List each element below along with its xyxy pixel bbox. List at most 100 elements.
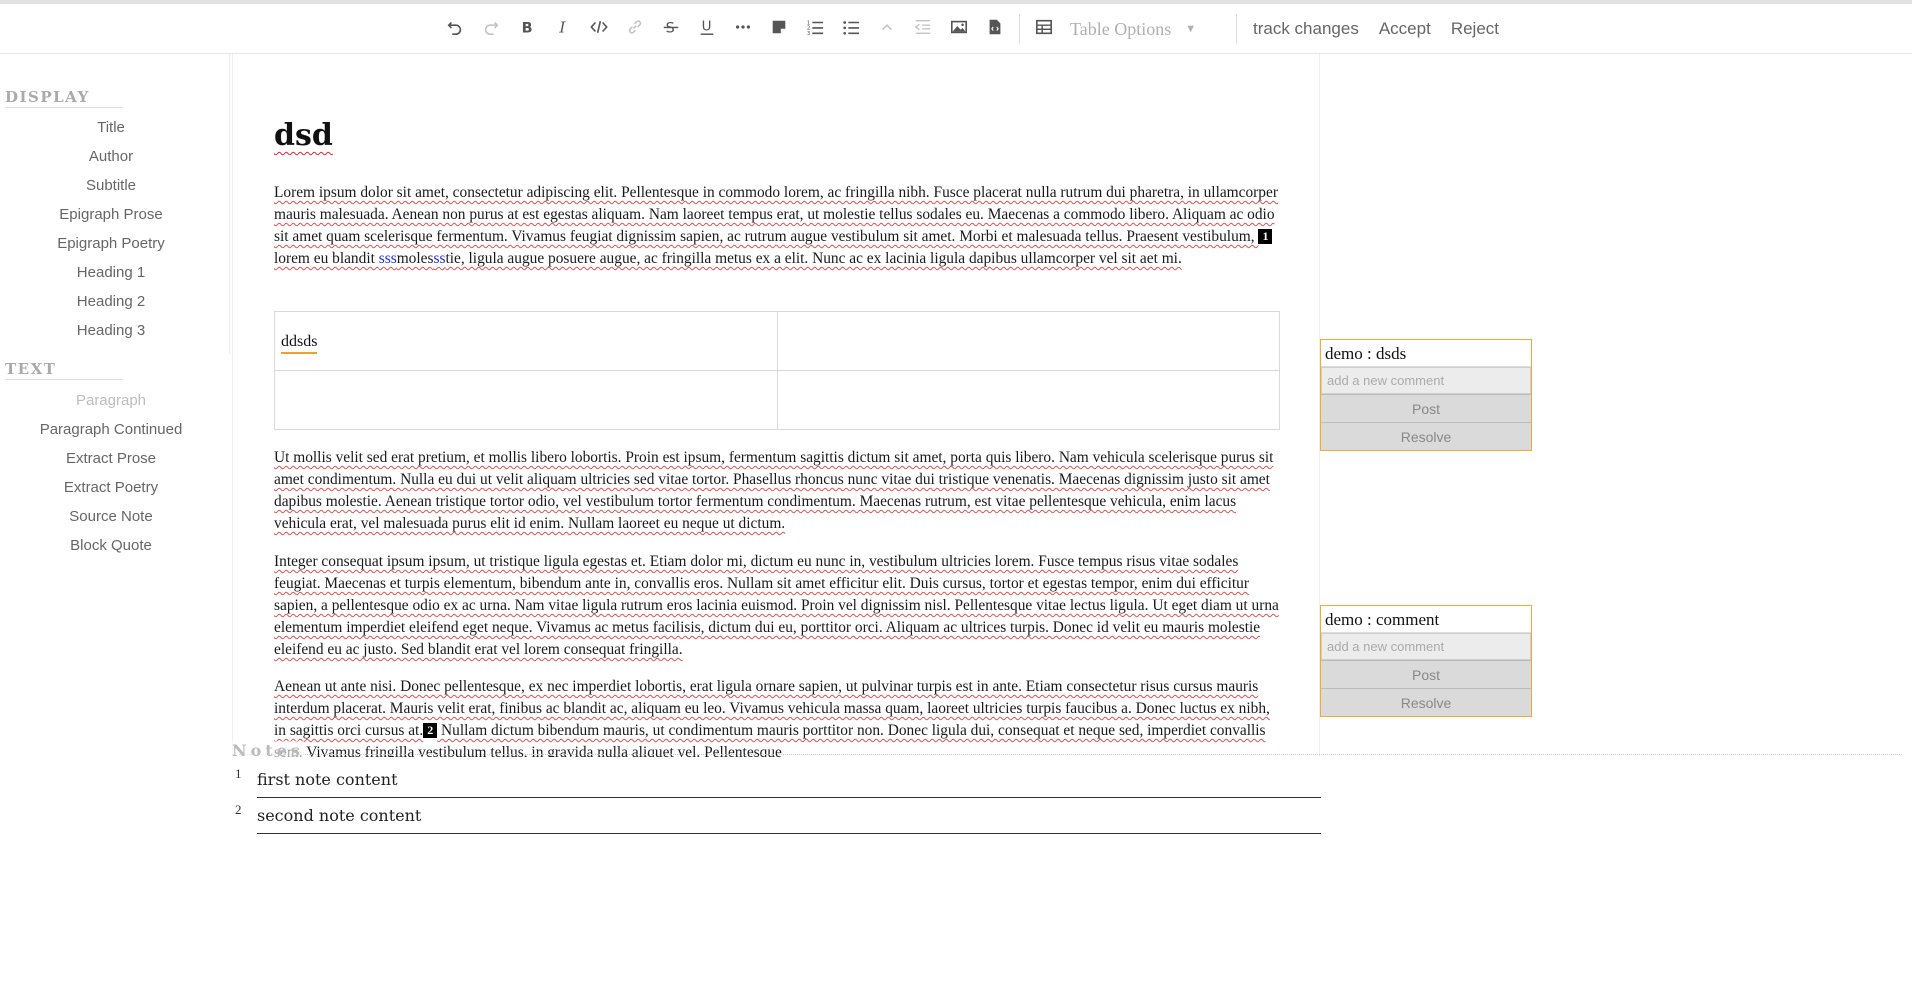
comment-input[interactable] xyxy=(1321,633,1531,660)
post-button[interactable]: Post xyxy=(1321,660,1531,688)
paragraph-3[interactable]: Integer consequat ipsum ipsum, ut tristi… xyxy=(274,551,1279,661)
style-sidebar: DISPLAY Title Author Subtitle Epigraph P… xyxy=(0,54,230,380)
style-extract-poetry[interactable]: Extract Poetry xyxy=(0,473,222,502)
paragraph-2[interactable]: Ut mollis velit sed erat pretium, et mol… xyxy=(274,447,1279,535)
ellipsis-icon xyxy=(734,18,752,40)
lift-icon xyxy=(878,18,896,40)
paragraph-1[interactable]: Lorem ipsum dolor sit amet, consectetur … xyxy=(274,182,1279,270)
svg-text:B: B xyxy=(522,20,533,36)
style-paragraph[interactable]: Paragraph xyxy=(0,386,222,415)
display-section-heading: DISPLAY xyxy=(5,88,123,108)
link-icon xyxy=(626,18,644,40)
page-scrollbar[interactable] xyxy=(1900,54,1912,983)
table-row: ddsds xyxy=(274,311,1280,371)
notes-heading: Notes xyxy=(232,741,304,760)
display-style-list: Title Author Subtitle Epigraph Prose Epi… xyxy=(0,113,222,345)
comment-header: demo : dsds xyxy=(1321,340,1531,367)
lift-button[interactable] xyxy=(869,11,905,47)
style-heading-1[interactable]: Heading 1 xyxy=(0,258,222,287)
table-options-dropdown[interactable]: Table Options ▼ xyxy=(1070,19,1230,40)
text-style-list: Paragraph Paragraph Continued Extract Pr… xyxy=(0,386,222,560)
style-heading-2[interactable]: Heading 2 xyxy=(0,287,222,316)
table-cell[interactable] xyxy=(776,311,1280,371)
document-table: ddsds xyxy=(274,311,1280,430)
bullet-list-button[interactable] xyxy=(833,11,869,47)
comment-input[interactable] xyxy=(1321,367,1531,394)
note-marker[interactable]: 1 xyxy=(1258,229,1273,244)
note-marker[interactable]: 2 xyxy=(423,723,438,738)
note-button[interactable] xyxy=(761,11,797,47)
outdent-icon xyxy=(914,18,932,40)
tracked-insertion[interactable]: ss xyxy=(433,250,445,267)
image-icon xyxy=(950,18,968,40)
style-heading-3[interactable]: Heading 3 xyxy=(0,316,222,345)
comment-box: demo : comment Post Resolve xyxy=(1320,605,1532,717)
ordered-list-button[interactable]: 123 xyxy=(797,11,833,47)
svg-text:S: S xyxy=(666,20,675,36)
track-changes-button[interactable]: track changes xyxy=(1253,19,1359,39)
paragraph-text: moles xyxy=(396,250,434,267)
italic-icon: I xyxy=(554,18,572,40)
strikethrough-button[interactable]: S xyxy=(653,11,689,47)
insert-table-button[interactable] xyxy=(1026,11,1062,47)
notes-divider xyxy=(232,754,1912,755)
style-source-note[interactable]: Source Note xyxy=(0,502,222,531)
insert-image-button[interactable] xyxy=(941,11,977,47)
chevron-down-icon: ▼ xyxy=(1185,23,1197,35)
toolbar-divider xyxy=(1236,14,1237,44)
resolve-button[interactable]: Resolve xyxy=(1321,422,1531,450)
document-title[interactable]: dsd xyxy=(274,118,333,153)
table-cell[interactable] xyxy=(776,370,1280,430)
table-row xyxy=(274,370,1280,430)
post-button[interactable]: Post xyxy=(1321,394,1531,422)
note-content[interactable]: second note content xyxy=(257,798,1321,834)
resolve-button[interactable]: Resolve xyxy=(1321,688,1531,716)
ordered-list-icon: 123 xyxy=(806,18,824,40)
reject-button[interactable]: Reject xyxy=(1451,19,1499,39)
table-cell[interactable] xyxy=(274,370,778,430)
style-block-quote[interactable]: Block Quote xyxy=(0,531,222,560)
style-epigraph-poetry[interactable]: Epigraph Poetry xyxy=(0,229,222,258)
toolbar-group: B I S U 123 Table Options ▼ track change… xyxy=(437,4,1509,54)
paragraph-text: lorem eu blandit xyxy=(274,250,379,267)
redo-button[interactable] xyxy=(473,11,509,47)
style-epigraph-prose[interactable]: Epigraph Prose xyxy=(0,200,222,229)
more-button[interactable] xyxy=(725,11,761,47)
note-content[interactable]: first note content xyxy=(257,762,1321,798)
table-options-label: Table Options xyxy=(1070,18,1172,39)
code-icon xyxy=(590,18,608,40)
toolbar-divider xyxy=(1019,14,1020,44)
table-cell[interactable]: ddsds xyxy=(274,311,778,371)
table-icon xyxy=(1035,18,1053,40)
bold-icon: B xyxy=(518,18,536,40)
svg-text:U: U xyxy=(702,19,712,35)
code-button[interactable] xyxy=(581,11,617,47)
editor-toolbar: B I S U 123 Table Options ▼ track change… xyxy=(0,4,1912,54)
insert-file-button[interactable] xyxy=(977,11,1013,47)
style-extract-prose[interactable]: Extract Prose xyxy=(0,444,222,473)
tracked-insertion[interactable]: sss xyxy=(379,250,397,267)
style-author[interactable]: Author xyxy=(0,142,222,171)
commented-text[interactable]: ddsds xyxy=(281,333,318,354)
undo-button[interactable] xyxy=(437,11,473,47)
italic-button[interactable]: I xyxy=(545,11,581,47)
document-editor[interactable]: dsd Lorem ipsum dolor sit amet, consecte… xyxy=(232,54,1320,757)
redo-icon xyxy=(482,18,500,40)
undo-icon xyxy=(446,18,464,40)
paragraph-text: tie, ligula augue posuere augue, ac frin… xyxy=(445,250,1182,267)
bullet-list-icon xyxy=(842,18,860,40)
note-number: 2 xyxy=(235,802,242,817)
accept-button[interactable]: Accept xyxy=(1379,19,1431,39)
bold-button[interactable]: B xyxy=(509,11,545,47)
svg-text:3: 3 xyxy=(807,31,810,36)
note-number: 1 xyxy=(235,766,242,781)
style-title[interactable]: Title xyxy=(0,113,222,142)
paragraph-4[interactable]: Aenean ut ante nisi. Donec pellentesque,… xyxy=(274,676,1279,757)
outdent-button[interactable] xyxy=(905,11,941,47)
underline-button[interactable]: U xyxy=(689,11,725,47)
file-code-icon xyxy=(986,18,1004,40)
style-subtitle[interactable]: Subtitle xyxy=(0,171,222,200)
style-paragraph-continued[interactable]: Paragraph Continued xyxy=(0,415,222,444)
comment-header: demo : comment xyxy=(1321,606,1531,633)
link-button[interactable] xyxy=(617,11,653,47)
